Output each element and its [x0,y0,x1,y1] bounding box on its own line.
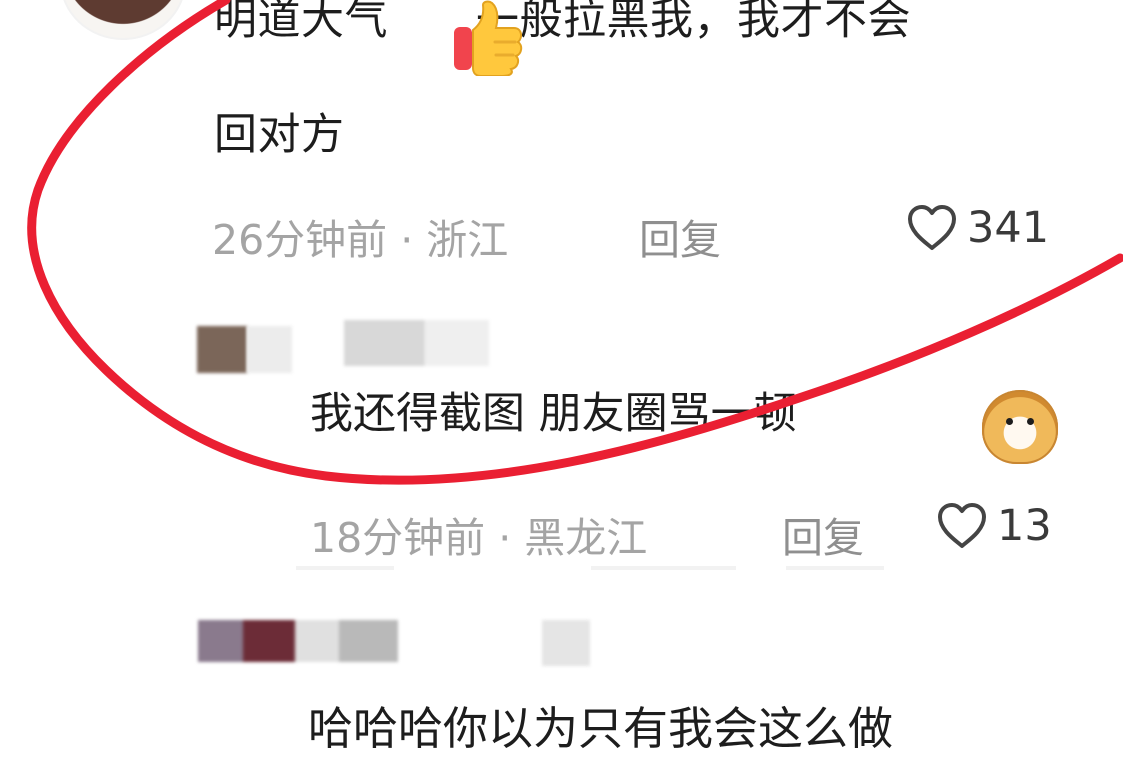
heart-icon [938,503,986,548]
comment-text-line-2: 回对方 [214,110,345,160]
divider-mid [591,566,736,570]
reply-like-button[interactable]: 13 [935,501,1052,551]
reply-user-avatar-mid [247,326,292,373]
comment-time-location: 26分钟前 · 浙江 [212,216,509,264]
reply-user-name-blurred [344,320,489,366]
reply-button[interactable]: 回复 [639,206,721,266]
next-comment-avatar-group[interactable] [198,620,398,662]
red-annotation [27,0,1123,485]
heart-icon [908,205,956,250]
like-count: 341 [967,203,1050,253]
divider-right [786,566,884,570]
comment-text-line-1: 明道大气 一般拉黑我，我才不会 [214,0,911,45]
reply-comment-text: 我还得截图 朋友圈骂一顿 [310,389,797,439]
next-comment-name-blurred [542,620,590,666]
reply-user-avatar-left[interactable] [197,326,247,373]
reply-like-count: 13 [997,501,1052,551]
reply-reply-button[interactable]: 回复 [782,504,864,564]
avatar[interactable] [60,0,186,40]
divider-left [296,566,394,570]
reply-time-location: 18分钟前 · 黑龙江 [310,514,648,562]
next-comment-text: 哈哈哈你以为只有我会这么做 [308,702,894,755]
comment-text-part-1: 明道大气 [214,0,388,45]
shiba-emoji-icon [982,390,1058,464]
like-button[interactable]: 341 [905,203,1049,253]
thumbs-up-emoji-icon [454,0,523,76]
comment-text-part-2: 一般拉黑我，我才不会 [476,0,911,45]
